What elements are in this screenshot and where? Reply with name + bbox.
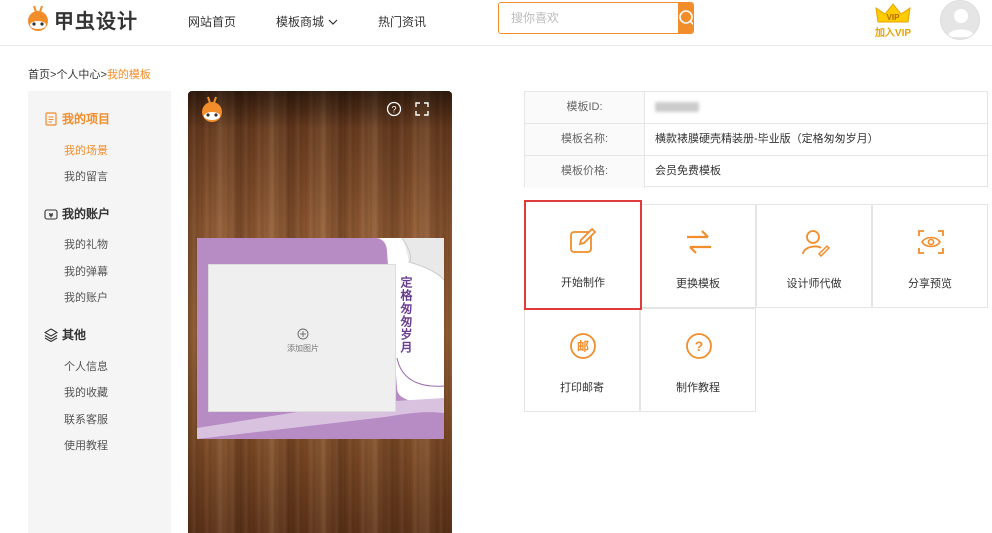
sidebar-item-contact-support[interactable]: 联系客服 <box>64 411 108 427</box>
photo-placeholder[interactable]: 添加图片 <box>208 264 396 412</box>
action-label: 分享预览 <box>908 278 952 290</box>
action-label: 打印邮寄 <box>560 382 604 394</box>
user-silhouette-icon <box>947 9 975 37</box>
start-creating-button[interactable]: 开始制作 <box>524 200 642 310</box>
info-label: 模板ID: <box>525 92 645 123</box>
preview-help-button[interactable]: ? <box>386 101 402 120</box>
mail-icon: 邮 <box>570 333 596 359</box>
sidebar-item-personal-info[interactable]: 个人信息 <box>64 358 108 374</box>
album-cover: 添加图片 定格匆匆岁月 <box>197 238 444 439</box>
svg-text:?: ? <box>391 105 396 115</box>
search-icon <box>679 10 693 26</box>
sidebar-item-my-gifts[interactable]: 我的礼物 <box>64 236 108 252</box>
sidebar-group-label: 其他 <box>62 328 87 342</box>
preview-toolbar <box>188 91 452 129</box>
sidebar-item-my-account[interactable]: 我的账户 <box>64 289 108 305</box>
document-icon <box>45 111 57 126</box>
sidebar-group-other[interactable]: 其他 <box>44 326 86 343</box>
nav-hot-news[interactable]: 热门资讯 <box>378 13 426 30</box>
sidebar-group-label: 我的项目 <box>62 112 111 126</box>
action-label: 设计师代做 <box>786 278 842 290</box>
user-avatar[interactable] <box>940 0 980 40</box>
beetle-mascot-icon <box>26 4 50 34</box>
nav-home[interactable]: 网站首页 <box>188 13 236 30</box>
info-value-price: 会员免费模板 <box>655 165 721 177</box>
sidebar-item-tutorial[interactable]: 使用教程 <box>64 437 108 453</box>
action-label: 制作教程 <box>676 382 720 394</box>
yen-wallet-icon: ¥ <box>44 208 58 220</box>
redacted-id <box>655 102 699 113</box>
sidebar-item-my-scenes[interactable]: 我的场景 <box>64 142 108 158</box>
sidebar-item-my-danmaku[interactable]: 我的弹幕 <box>64 263 108 279</box>
info-value-name: 横款裱膜硬壳精装册-毕业版（定格匆匆岁月） <box>655 133 879 145</box>
preview-logo-icon <box>200 95 224 128</box>
photo-placeholder-label: 添加图片 <box>287 344 319 353</box>
share-preview-button[interactable]: 分享预览 <box>872 204 988 308</box>
main-nav: 网站首页 模板商城 热门资讯 <box>188 13 466 30</box>
sidebar-group-my-projects[interactable]: 我的项目 <box>44 110 110 127</box>
sidebar: 我的项目 我的场景 我的留言 ¥ 我的账户 我的礼物 我的弹幕 我的账户 其他 … <box>28 91 171 533</box>
layers-icon <box>44 327 58 342</box>
nav-home-label: 网站首页 <box>188 15 237 29</box>
info-row-id: 模板ID: <box>525 92 987 124</box>
breadcrumb: 首页>个人中心>我的模板 <box>28 66 151 82</box>
vip-crown-icon: VIP <box>875 3 911 23</box>
sidebar-item-my-messages[interactable]: 我的留言 <box>64 168 108 184</box>
edit-icon <box>570 227 597 253</box>
sidebar-group-my-account[interactable]: ¥ 我的账户 <box>44 205 110 222</box>
info-label: 模板名称: <box>525 124 645 155</box>
swap-icon <box>687 230 711 254</box>
eye-scan-icon <box>918 230 944 254</box>
action-label: 开始制作 <box>561 277 605 289</box>
breadcrumb-current: 我的模板 <box>106 69 151 81</box>
question-icon: ? <box>686 333 712 359</box>
top-header: 甲虫设计 网站首页 模板商城 热门资讯 VIP 加入VIP <box>0 0 992 46</box>
info-row-name: 模板名称: 横款裱膜硬壳精装册-毕业版（定格匆匆岁月） <box>525 124 987 156</box>
album-title: 定格匆匆岁月 <box>399 276 413 354</box>
fullscreen-icon <box>415 102 429 116</box>
svg-text:VIP: VIP <box>887 13 901 22</box>
sidebar-group-label: 我的账户 <box>62 207 111 221</box>
help-circle-icon: ? <box>386 101 402 117</box>
template-preview: ? 添加图片 定格匆匆岁月 <box>188 91 452 533</box>
nav-template-store[interactable]: 模板商城 <box>276 13 338 30</box>
vip-label: 加入VIP <box>874 28 912 39</box>
svg-text:¥: ¥ <box>49 211 54 219</box>
action-grid: 更换模板 设计师代做 分享预览 邮 打印邮寄 ? 制作教程 开始制作 <box>524 200 988 412</box>
add-circle-icon <box>297 328 309 340</box>
info-value-id <box>645 92 699 123</box>
nav-template-store-label: 模板商城 <box>276 15 325 29</box>
sidebar-item-my-favorites[interactable]: 我的收藏 <box>64 384 108 400</box>
info-label: 模板价格: <box>525 156 645 188</box>
preview-fullscreen-button[interactable] <box>414 101 430 120</box>
search-input[interactable] <box>499 3 678 33</box>
action-label: 更换模板 <box>676 278 720 290</box>
breadcrumb-home[interactable]: 首页 <box>28 69 50 81</box>
nav-hot-news-label: 热门资讯 <box>378 15 427 29</box>
search-box <box>498 2 694 34</box>
template-info-table: 模板ID: 模板名称: 横款裱膜硬壳精装册-毕业版（定格匆匆岁月） 模板价格: … <box>524 91 988 188</box>
logo-text: 甲虫设计 <box>54 10 138 33</box>
site-logo[interactable]: 甲虫设计 <box>26 4 138 34</box>
svg-text:邮: 邮 <box>577 339 589 354</box>
vip-button[interactable]: VIP 加入VIP <box>872 2 914 39</box>
breadcrumb-user-center[interactable]: 个人中心 <box>56 69 100 81</box>
swap-template-button[interactable]: 更换模板 <box>640 204 756 308</box>
tutorial-button[interactable]: ? 制作教程 <box>640 308 756 412</box>
svg-text:?: ? <box>695 338 704 354</box>
designer-service-button[interactable]: 设计师代做 <box>756 204 872 308</box>
info-row-price: 模板价格: 会员免费模板 <box>525 156 987 188</box>
chevron-down-icon <box>328 19 338 25</box>
designer-icon <box>802 230 830 257</box>
print-mail-button[interactable]: 邮 打印邮寄 <box>524 308 640 412</box>
search-button[interactable] <box>678 3 693 33</box>
